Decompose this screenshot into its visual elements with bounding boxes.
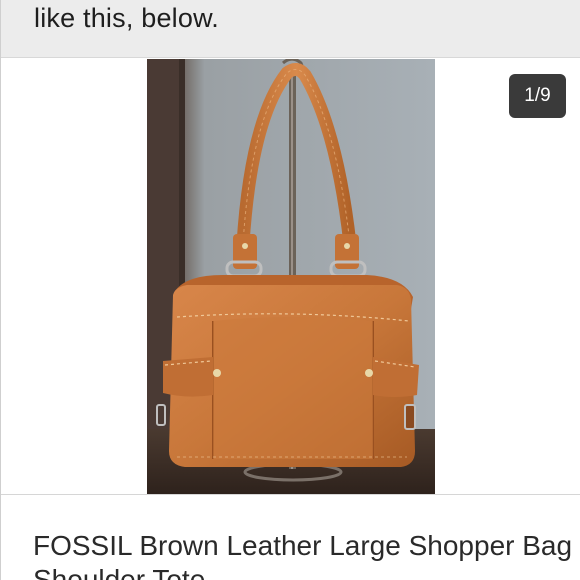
description-snippet-bar: like this, below.: [1, 0, 580, 58]
image-counter-badge: 1/9: [509, 74, 566, 118]
image-gallery[interactable]: 1/9: [1, 58, 580, 494]
product-photo[interactable]: [147, 59, 435, 494]
description-snippet-text: like this, below.: [34, 3, 219, 33]
listing-title-area: FOSSIL Brown Leather Large Shopper Bag S…: [1, 495, 580, 580]
listing-title: FOSSIL Brown Leather Large Shopper Bag S…: [33, 530, 573, 580]
handbag-photo-illustration: [147, 59, 435, 494]
listing-page: like this, below. 1/9 FOSSIL Brown Leath…: [0, 0, 580, 580]
